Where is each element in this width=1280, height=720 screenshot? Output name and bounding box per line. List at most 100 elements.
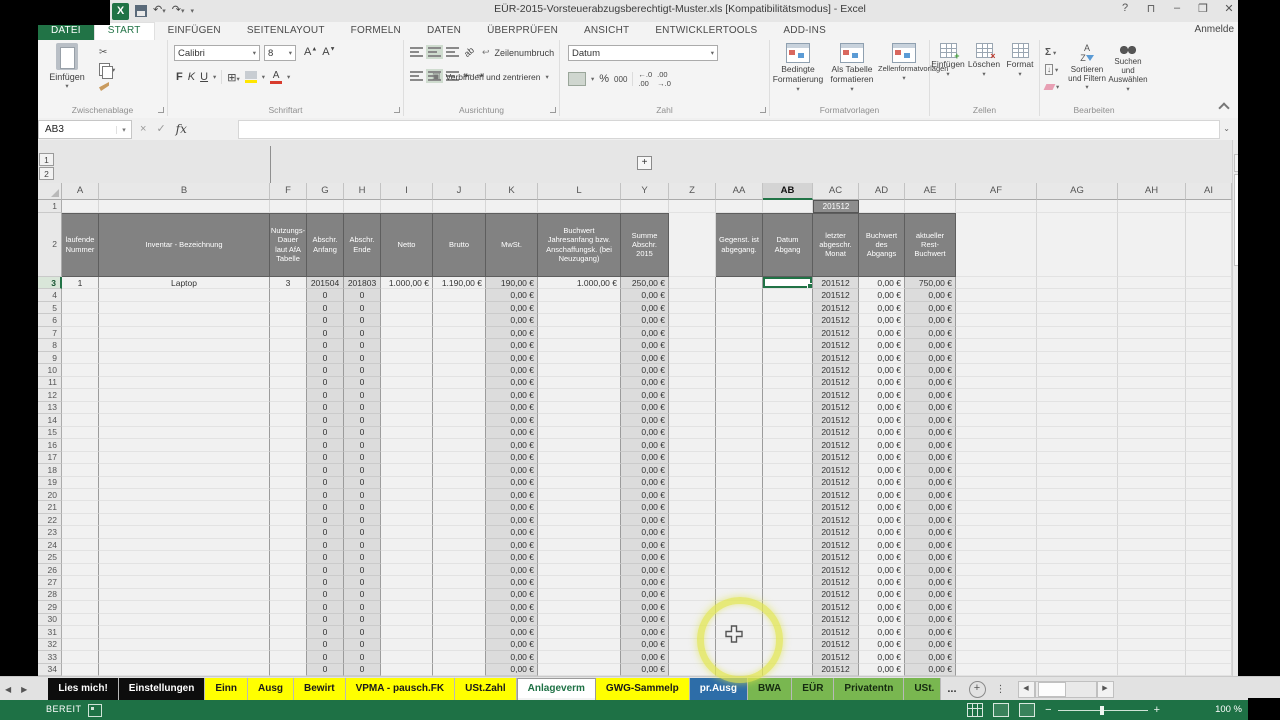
column-header-AB[interactable]: AB bbox=[763, 183, 813, 200]
row-header-4[interactable]: 4 bbox=[38, 289, 62, 301]
cell[interactable] bbox=[62, 477, 99, 489]
cell[interactable] bbox=[716, 377, 763, 389]
cell[interactable] bbox=[669, 526, 716, 538]
cell[interactable]: 0,00 € bbox=[905, 626, 956, 638]
cell[interactable] bbox=[62, 464, 99, 476]
cell[interactable] bbox=[1186, 364, 1232, 376]
cell[interactable] bbox=[538, 551, 621, 563]
row-header-11[interactable]: 11 bbox=[38, 377, 62, 389]
cell[interactable]: 0 bbox=[344, 464, 381, 476]
cell[interactable]: 0,00 € bbox=[621, 339, 669, 351]
cell[interactable]: 0 bbox=[307, 352, 344, 364]
sheet-tab-ust-[interactable]: USt. bbox=[904, 678, 941, 700]
cell[interactable]: 0,00 € bbox=[486, 352, 538, 364]
cell[interactable] bbox=[381, 626, 433, 638]
cell[interactable]: 0 bbox=[344, 389, 381, 401]
cell[interactable] bbox=[433, 626, 486, 638]
clear-button[interactable]: ▾ bbox=[1042, 78, 1062, 95]
cell[interactable]: 201512 bbox=[813, 589, 859, 601]
cell[interactable]: 201512 bbox=[813, 489, 859, 501]
cell[interactable] bbox=[270, 200, 307, 213]
sheet-tab-eür[interactable]: EÜR bbox=[792, 678, 834, 700]
cell[interactable] bbox=[433, 339, 486, 351]
cell[interactable]: 0 bbox=[344, 364, 381, 376]
cell[interactable]: aktueller Rest-Buchwert bbox=[905, 213, 956, 278]
sign-in-label[interactable]: Anmelde bbox=[1195, 24, 1234, 35]
cell[interactable]: 0,00 € bbox=[905, 539, 956, 551]
borders-button[interactable]: ⊞▾ bbox=[227, 71, 239, 84]
cell[interactable] bbox=[62, 352, 99, 364]
cell[interactable]: 0,00 € bbox=[621, 589, 669, 601]
expand-formula-bar-icon[interactable]: ⌄ bbox=[1223, 124, 1230, 133]
cell[interactable] bbox=[307, 200, 344, 213]
row-header-6[interactable]: 6 bbox=[38, 314, 62, 326]
cell[interactable] bbox=[956, 339, 1037, 351]
enter-icon[interactable]: ✓ bbox=[156, 122, 165, 135]
cell[interactable] bbox=[433, 302, 486, 314]
cell[interactable] bbox=[1186, 213, 1232, 278]
cell[interactable] bbox=[270, 302, 307, 314]
cell[interactable] bbox=[99, 526, 270, 538]
cell[interactable] bbox=[956, 639, 1037, 651]
cell[interactable]: laufende Nummer bbox=[62, 213, 99, 278]
format-painter-button[interactable] bbox=[96, 78, 118, 95]
cell[interactable]: 0,00 € bbox=[621, 626, 669, 638]
cell[interactable] bbox=[538, 427, 621, 439]
cell[interactable] bbox=[433, 539, 486, 551]
cell[interactable]: 0 bbox=[344, 327, 381, 339]
cell[interactable] bbox=[716, 477, 763, 489]
cell[interactable]: 250,00 € bbox=[621, 277, 669, 289]
column-header-J[interactable]: J bbox=[433, 183, 486, 200]
cell[interactable] bbox=[669, 427, 716, 439]
cell[interactable]: 0,00 € bbox=[621, 614, 669, 626]
close-button[interactable]: ✕ bbox=[1222, 2, 1236, 15]
cell[interactable]: 0 bbox=[307, 576, 344, 588]
cell[interactable]: 0 bbox=[307, 551, 344, 563]
cell[interactable]: 0 bbox=[344, 626, 381, 638]
row-header-8[interactable]: 8 bbox=[38, 339, 62, 351]
cell[interactable] bbox=[1037, 339, 1118, 351]
cell[interactable]: 0,00 € bbox=[486, 452, 538, 464]
cell[interactable] bbox=[621, 200, 669, 213]
cell[interactable] bbox=[716, 364, 763, 376]
cell[interactable] bbox=[538, 489, 621, 501]
cell[interactable]: 0 bbox=[344, 489, 381, 501]
cell[interactable]: 1.000,00 € bbox=[381, 277, 433, 289]
cell[interactable]: 0 bbox=[344, 526, 381, 538]
cell[interactable]: 201512 bbox=[813, 402, 859, 414]
cell[interactable]: 0 bbox=[344, 576, 381, 588]
cell[interactable] bbox=[669, 477, 716, 489]
column-header-Y[interactable]: Y bbox=[621, 183, 669, 200]
row-header-30[interactable]: 30 bbox=[38, 614, 62, 626]
cell[interactable] bbox=[1037, 551, 1118, 563]
cell[interactable] bbox=[1037, 514, 1118, 526]
cell[interactable] bbox=[433, 514, 486, 526]
cell[interactable] bbox=[538, 564, 621, 576]
cell[interactable]: 0,00 € bbox=[859, 439, 905, 451]
cell[interactable] bbox=[270, 402, 307, 414]
cell[interactable] bbox=[99, 564, 270, 576]
cell[interactable]: 0,00 € bbox=[621, 576, 669, 588]
cell[interactable]: 201512 bbox=[813, 464, 859, 476]
cell[interactable] bbox=[669, 452, 716, 464]
cell[interactable]: 0,00 € bbox=[859, 551, 905, 563]
row-header-24[interactable]: 24 bbox=[38, 539, 62, 551]
column-header-I[interactable]: I bbox=[381, 183, 433, 200]
cell[interactable] bbox=[62, 200, 99, 213]
cell[interactable] bbox=[270, 664, 307, 676]
cell[interactable] bbox=[1186, 564, 1232, 576]
cell[interactable]: 0,00 € bbox=[486, 514, 538, 526]
cell[interactable] bbox=[1037, 464, 1118, 476]
cell[interactable] bbox=[381, 389, 433, 401]
cell[interactable]: 201512 bbox=[813, 364, 859, 376]
cell[interactable]: 0,00 € bbox=[621, 651, 669, 663]
row-header-16[interactable]: 16 bbox=[38, 439, 62, 451]
row-header-13[interactable]: 13 bbox=[38, 402, 62, 414]
cell[interactable] bbox=[381, 464, 433, 476]
cell[interactable]: 0 bbox=[307, 477, 344, 489]
font-color-button[interactable]: A bbox=[270, 71, 282, 84]
underline-button[interactable]: U bbox=[200, 71, 208, 83]
cell[interactable] bbox=[99, 576, 270, 588]
cell[interactable] bbox=[270, 526, 307, 538]
sheet-tab-lies-mich-[interactable]: Lies mich! bbox=[48, 678, 118, 700]
